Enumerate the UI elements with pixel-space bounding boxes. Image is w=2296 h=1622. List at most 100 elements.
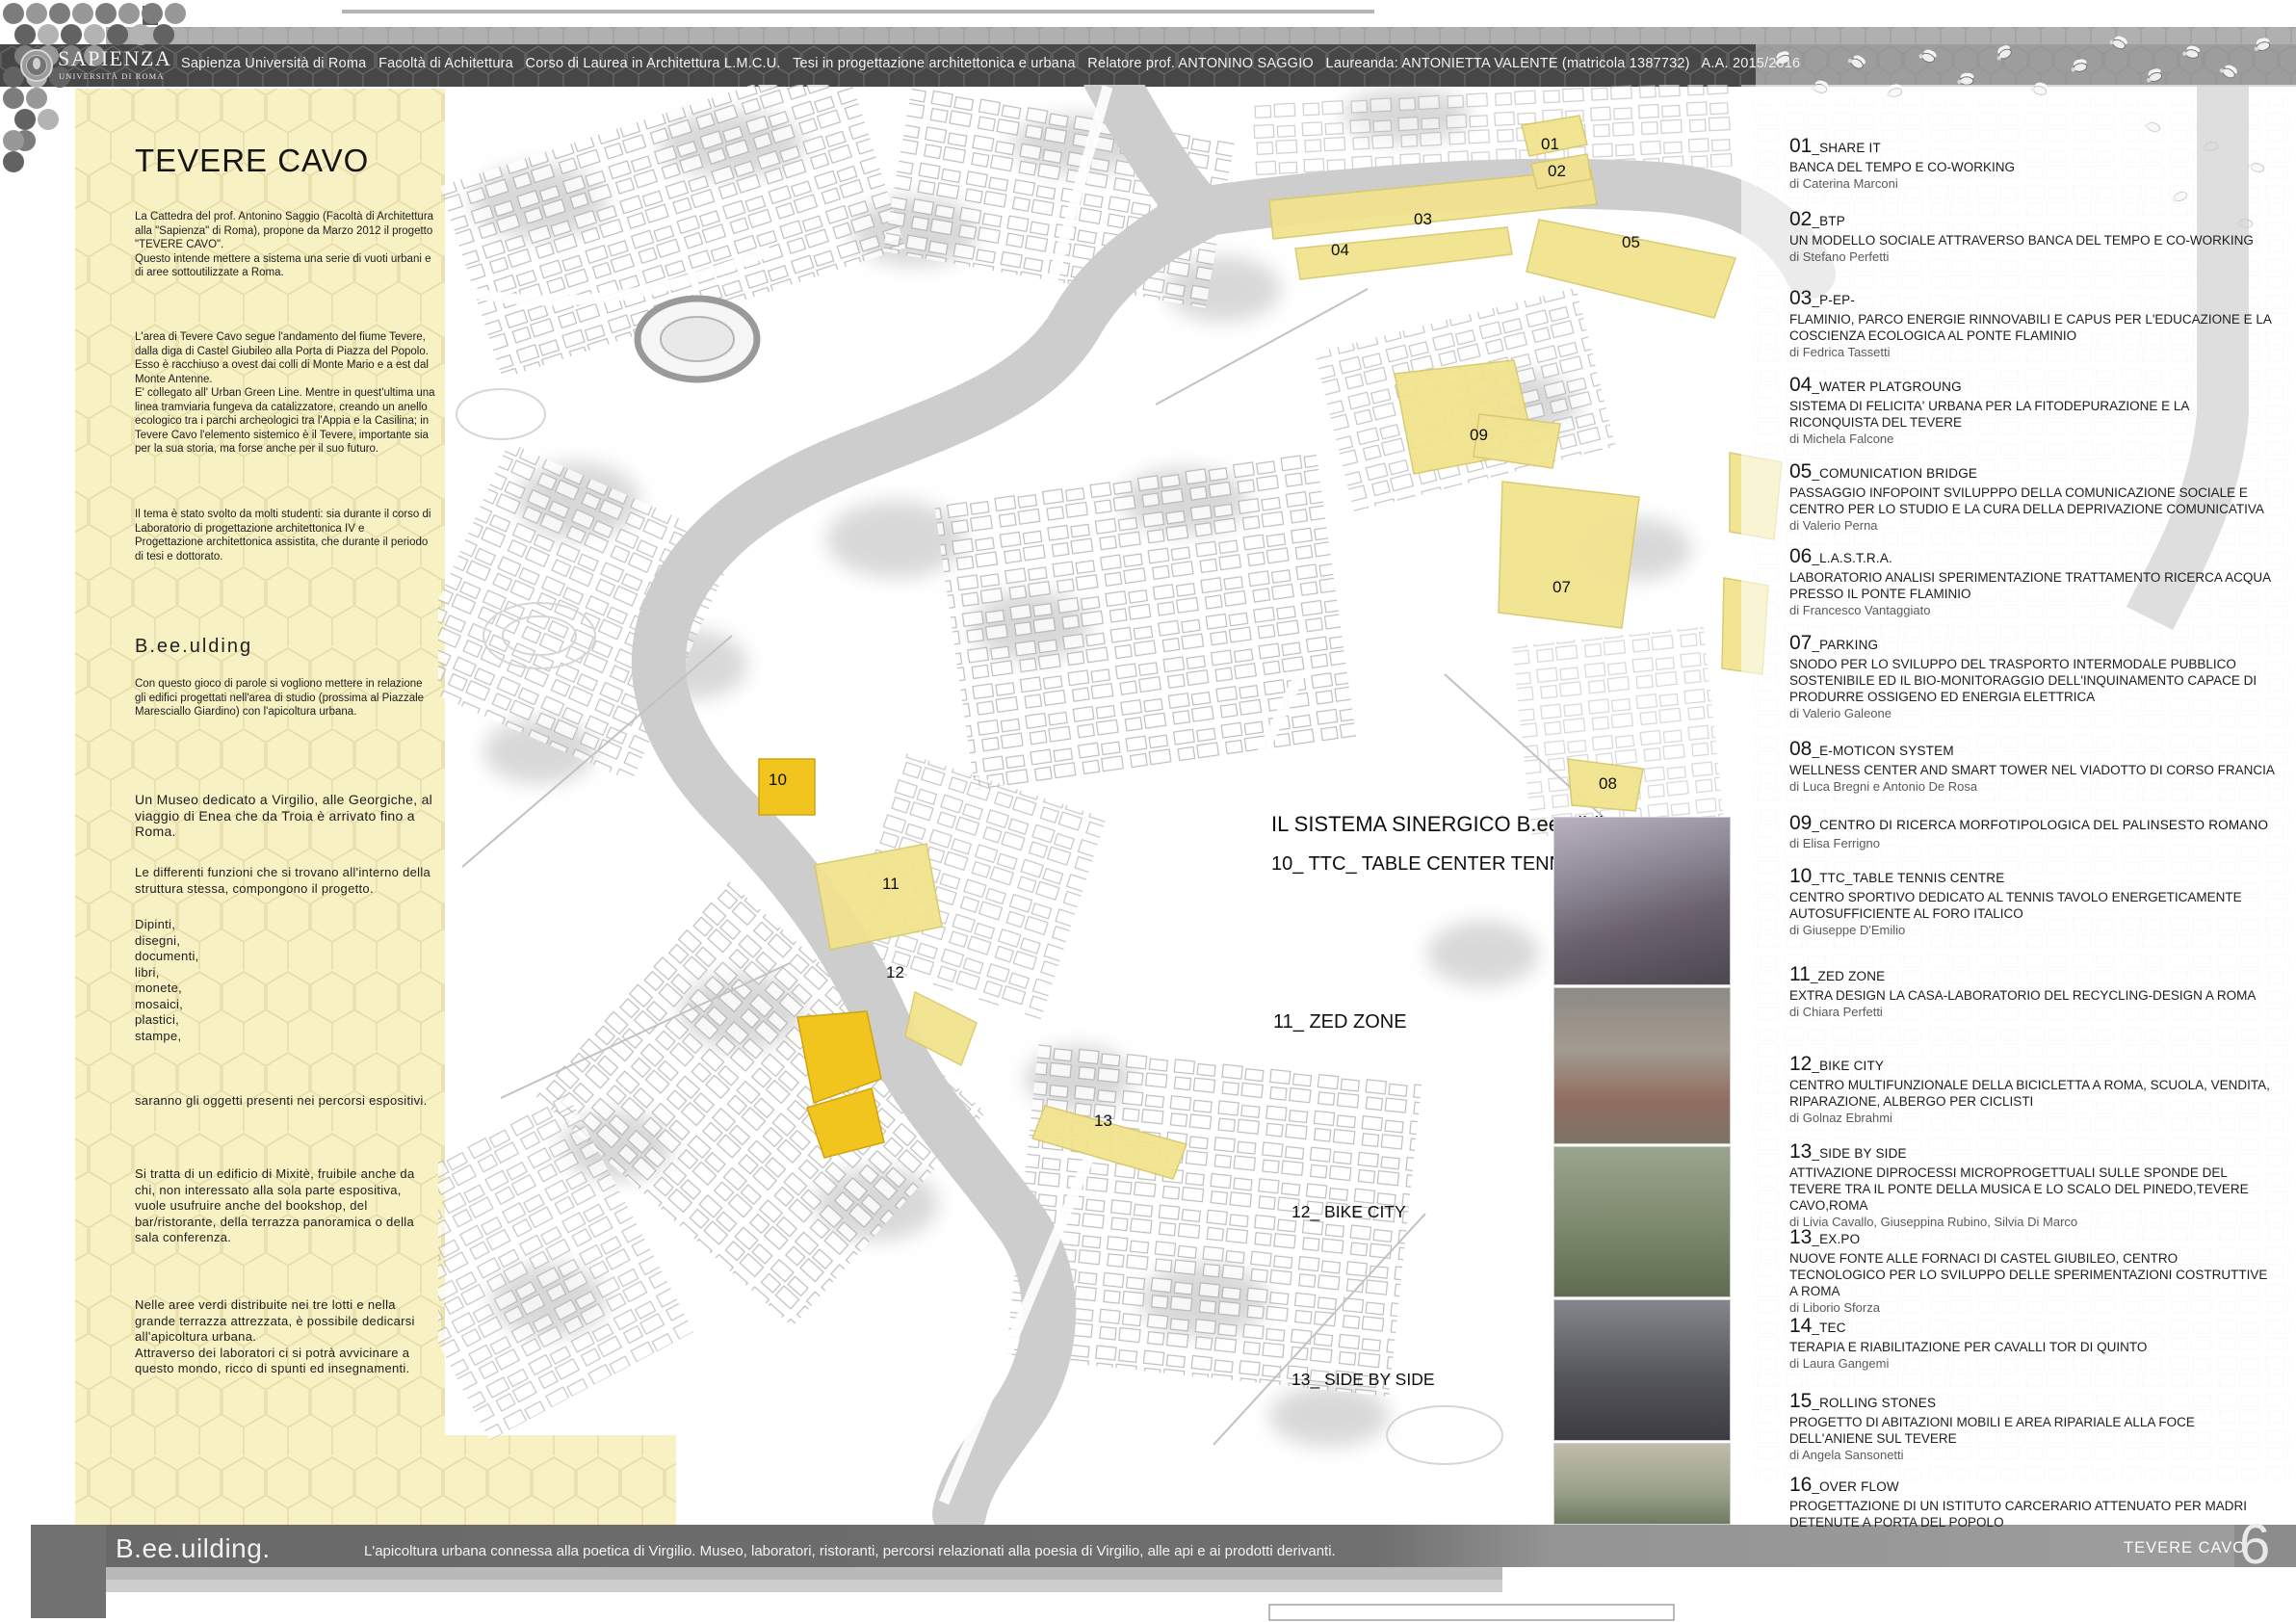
legend-desc: WELLNESS CENTER AND SMART TOWER NEL VIAD… [1789, 762, 2277, 778]
project-thumbnail-1[interactable] [1553, 817, 1731, 985]
map-label-zed-zone: 11_ ZED ZONE [1273, 1011, 1407, 1033]
legend-author: di Stefano Perfetti [1789, 249, 2277, 264]
legend-num: 16 [1789, 1474, 1812, 1497]
thesis-board: SAPIENZA UNIVERSITÀ DI ROMA Sapienza Uni… [0, 0, 2296, 1622]
legend-code: _EX.PO [1812, 1232, 1860, 1246]
legend-item-05: 05_COMUNICATION BRIDGE PASSAGGIO INFOPOI… [1789, 460, 2277, 533]
legend-item-14: 14_TEC TERAPIA E RIABILITAZIONE PER CAVA… [1789, 1315, 2277, 1371]
legend-code: _TEC [1812, 1321, 1845, 1335]
footer-project-name: TEVERE CAVO [2124, 1539, 2246, 1557]
legend-desc: PASSAGGIO INFOPOINT SVILUPPPO DELLA COMU… [1789, 484, 2277, 517]
sidebar-title: TEVERE CAVO [135, 143, 369, 179]
map-label-bike-city: 12_ BIKE CITY [1292, 1202, 1406, 1222]
map-marker-02[interactable]: 02 [1548, 162, 1566, 181]
sidebar-paragraph-mixite: Si tratta di un edificio di Mixitè, frui… [135, 1166, 435, 1246]
legend-code: _ZED ZONE [1811, 969, 1886, 983]
legend-num: 08 [1789, 738, 1812, 761]
footer-brand: B.ee.uilding. [116, 1533, 271, 1564]
legend-num: 07 [1789, 632, 1812, 655]
map-label-ttc: 10_ TTC_ TABLE CENTER TENNIS [1271, 853, 1581, 876]
sidebar-paragraph-museo: Un Museo dedicato a Virgilio, alle Georg… [135, 792, 435, 840]
legend-code: _ROLLING STONES [1812, 1396, 1936, 1410]
legend-code: _TTC_TABLE TENNIS CENTRE [1812, 871, 2004, 885]
legend-item-01: 01_SHARE IT BANCA DEL TEMPO E CO-WORKING… [1789, 135, 2277, 191]
legend-num: 06 [1789, 545, 1812, 568]
sapienza-logo-name: SAPIENZA [58, 46, 171, 71]
sapienza-logo-subtitle: UNIVERSITÀ DI ROMA [59, 71, 165, 81]
legend-author: di Laura Gangemi [1789, 1356, 2277, 1371]
legend-code: _SIDE BY SIDE [1812, 1146, 1906, 1161]
legend-code: _BTP [1812, 214, 1845, 228]
legend-author: di Golnaz Ebrahmi [1789, 1111, 2277, 1125]
legend-code: _CENTRO DI RICERCA MORFOTIPOLOGICA DEL P… [1812, 818, 2268, 832]
project-thumbnail-4[interactable] [1553, 1299, 1731, 1441]
legend-desc: CENTRO SPORTIVO DEDICATO AL TENNIS TAVOL… [1789, 889, 2277, 922]
map-marker-05[interactable]: 05 [1622, 233, 1640, 252]
legend-num: 04 [1789, 374, 1812, 397]
sidebar-paragraph-1: La Cattedra del prof. Antonino Saggio (F… [135, 210, 435, 280]
legend-item-03: 03_P-EP- FLAMINIO, PARCO ENERGIE RINNOVA… [1789, 287, 2277, 359]
legend-item-04: 04_WATER PLATGROUNG SISTEMA DI FELICITA'… [1789, 374, 2277, 446]
legend-num: 11 [1789, 963, 1811, 986]
legend-num: 13 [1789, 1140, 1812, 1164]
legend-item-11: 11_ZED ZONE EXTRA DESIGN LA CASA-LABORAT… [1789, 963, 2277, 1019]
legend-item-08: 08_E-MOTICON SYSTEM WELLNESS CENTER AND … [1789, 738, 2277, 794]
map-marker-11[interactable]: 11 [882, 875, 900, 894]
project-thumbnail-2[interactable] [1553, 987, 1731, 1144]
legend-desc: LABORATORIO ANALISI SPERIMENTAZIONE TRAT… [1789, 569, 2277, 602]
legend-item-07: 07_PARKING SNODO PER LO SVILUPPO DEL TRA… [1789, 632, 2277, 720]
project-thumbnail-5[interactable] [1553, 1443, 1731, 1525]
legend-num: 10 [1789, 865, 1812, 888]
project-thumbnail-3[interactable] [1553, 1146, 1731, 1297]
legend-author: di Luca Bregni e Antonio De Rosa [1789, 779, 2277, 794]
legend-author: di Angela Sansonetti [1789, 1448, 2277, 1462]
map-marker-10[interactable]: 10 [769, 771, 787, 790]
legend-item-06: 06_L.A.S.T.R.A. LABORATORIO ANALISI SPER… [1789, 545, 2277, 617]
legend-num: 01 [1789, 135, 1812, 158]
footer-caption: L'apicoltura urbana connessa alla poetic… [364, 1543, 1336, 1559]
legend-desc: TERAPIA E RIABILITAZIONE PER CAVALLI TOR… [1789, 1339, 2277, 1355]
map-marker-03[interactable]: 03 [1414, 210, 1432, 229]
stadium-shape [638, 299, 757, 379]
legend-num: 05 [1789, 460, 1812, 484]
legend-num: 15 [1789, 1390, 1812, 1413]
legend-desc: PROGETTO DI ABITAZIONI MOBILI E AREA RIP… [1789, 1414, 2277, 1447]
legend-desc: EXTRA DESIGN LA CASA-LABORATORIO DEL REC… [1789, 987, 2277, 1004]
map-marker-12[interactable]: 12 [886, 963, 904, 982]
map-marker-04[interactable]: 04 [1331, 241, 1349, 260]
legend-author: di Fedrica Tassetti [1789, 345, 2277, 359]
legend-code: _BIKE CITY [1812, 1059, 1884, 1073]
legend-author: di Liborio Sforza [1789, 1300, 2277, 1315]
map-marker-01[interactable]: 01 [1541, 135, 1559, 154]
sidebar-paragraph-6: Le differenti funzioni che si trovano al… [135, 865, 435, 897]
legend-item-09: 09_CENTRO DI RICERCA MORFOTIPOLOGICA DEL… [1789, 812, 2277, 850]
legend-code: _OVER FLOW [1812, 1479, 1899, 1494]
legend-num: 09 [1789, 812, 1812, 835]
legend-author: di Valerio Galeone [1789, 706, 2277, 720]
sidebar-paragraph-3: Il tema è stato svolto da molti studenti… [135, 508, 435, 563]
legend-desc: BANCA DEL TEMPO E CO-WORKING [1789, 159, 2277, 175]
legend-item-16: 16_OVER FLOW PROGETTAZIONE DI UN ISTITUT… [1789, 1474, 2277, 1531]
sidebar-subtitle-beeulding: B.ee.ulding [135, 636, 252, 658]
legend-item-02: 02_BTP UN MODELLO SOCIALE ATTRAVERSO BAN… [1789, 208, 2277, 264]
map-marker-09[interactable]: 09 [1470, 426, 1488, 445]
legend-author: di Elisa Ferrigno [1789, 836, 2277, 850]
legend-item-13-expo: 13_EX.PO NUOVE FONTE ALLE FORNACI DI CAS… [1789, 1226, 2277, 1315]
legend-num: 02 [1789, 208, 1812, 231]
map-marker-07[interactable]: 07 [1552, 578, 1571, 597]
map-marker-08[interactable]: 08 [1599, 774, 1617, 794]
legend-item-12: 12_BIKE CITY CENTRO MULTIFUNZIONALE DELL… [1789, 1053, 2277, 1125]
legend-author: di Caterina Marconi [1789, 176, 2277, 191]
sidebar-objects-list: Dipinti, disegni, documenti, libri, mone… [135, 917, 435, 1044]
legend-desc: UN MODELLO SOCIALE ATTRAVERSO BANCA DEL … [1789, 232, 2277, 249]
map-marker-13[interactable]: 13 [1094, 1112, 1112, 1131]
legend-desc: CENTRO MULTIFUNZIONALE DELLA BICICLETTA … [1789, 1077, 2277, 1110]
legend-num: 12 [1789, 1053, 1812, 1076]
legend-item-15: 15_ROLLING STONES PROGETTO DI ABITAZIONI… [1789, 1390, 2277, 1462]
legend-item-13-side-by-side: 13_SIDE BY SIDE ATTIVAZIONE DIPROCESSI M… [1789, 1140, 2277, 1229]
legend-author: di Michela Falcone [1789, 432, 2277, 446]
map-label-side-by-side: 13_ SIDE BY SIDE [1292, 1370, 1435, 1390]
sidebar-paragraph-aree-verdi: Nelle aree verdi distribuite nei tre lot… [135, 1297, 435, 1377]
legend-desc: PROGETTAZIONE DI UN ISTITUTO CARCERARIO … [1789, 1498, 2277, 1530]
legend-code: _L.A.S.T.R.A. [1812, 551, 1892, 565]
